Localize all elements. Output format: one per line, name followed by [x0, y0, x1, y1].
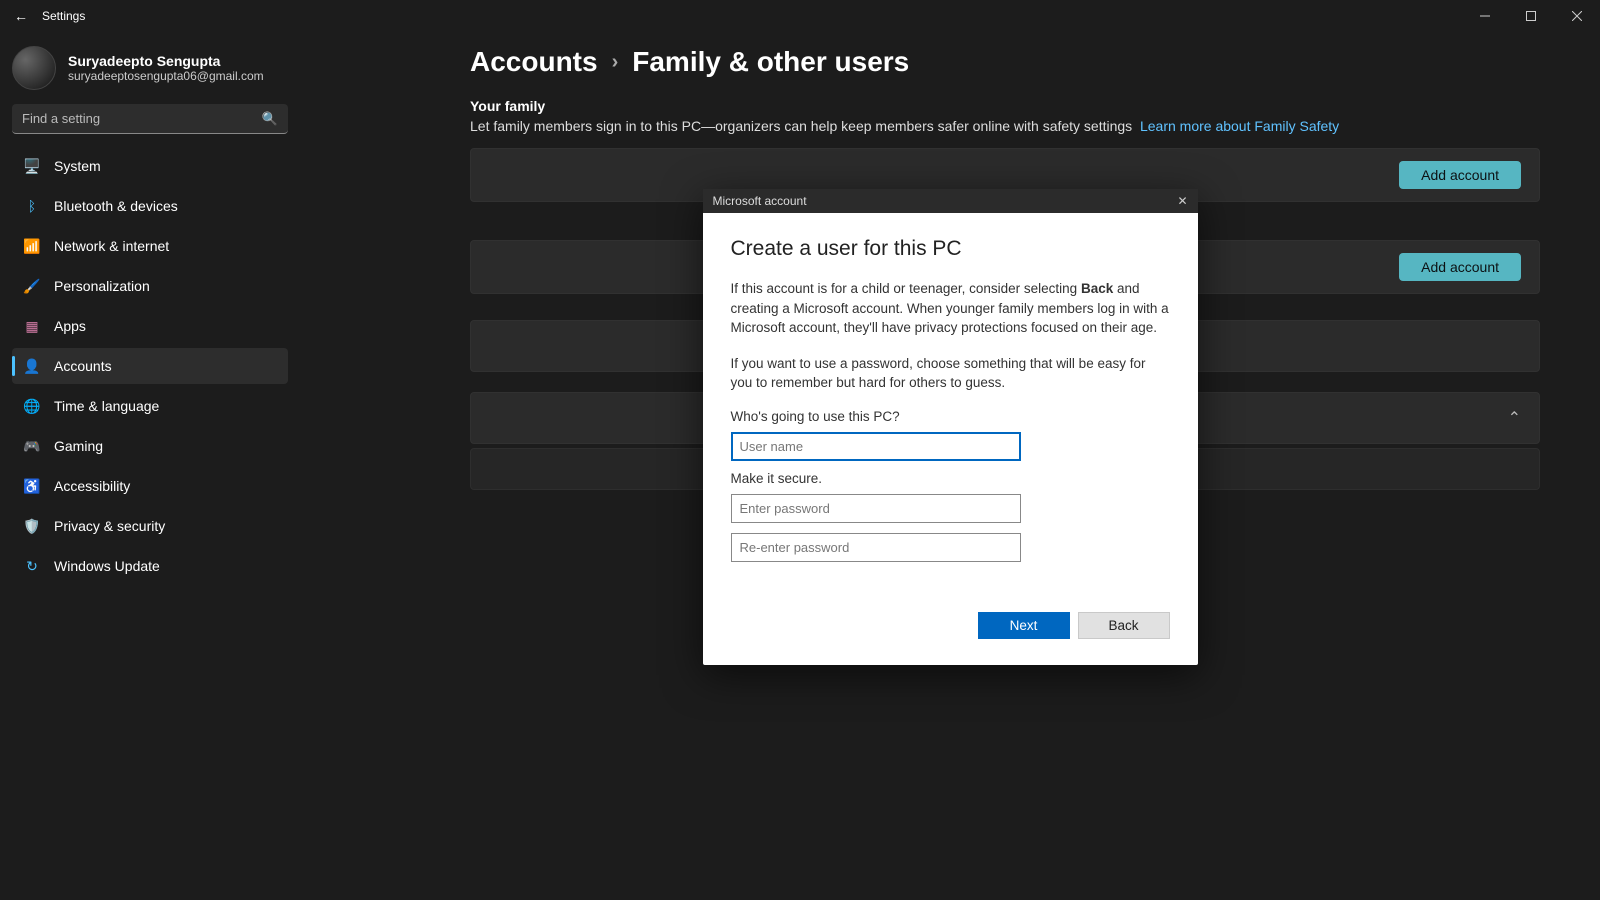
sidebar-item-label: Time & language: [54, 398, 159, 414]
window-controls: [1462, 0, 1600, 32]
sidebar-item-system[interactable]: 🖥️ System: [12, 148, 288, 184]
avatar: [12, 46, 56, 90]
breadcrumb-current: Family & other users: [632, 46, 909, 78]
username-label: Who's going to use this PC?: [731, 409, 1170, 424]
sidebar-item-label: Bluetooth & devices: [54, 198, 178, 214]
sidebar-item-apps[interactable]: ▦ Apps: [12, 308, 288, 344]
profile-name: Suryadeepto Sengupta: [68, 53, 264, 69]
dialog-close-icon[interactable]: ✕: [1177, 194, 1187, 208]
add-family-account-button[interactable]: Add account: [1399, 161, 1521, 189]
person-icon: 👤: [24, 358, 40, 374]
accessibility-icon: ♿: [24, 478, 40, 494]
sidebar-item-gaming[interactable]: 🎮 Gaming: [12, 428, 288, 464]
close-button[interactable]: [1554, 0, 1600, 32]
sidebar-item-label: Apps: [54, 318, 86, 334]
apps-icon: ▦: [24, 318, 40, 334]
sidebar-item-label: Gaming: [54, 438, 103, 454]
sidebar-item-label: Accessibility: [54, 478, 130, 494]
sidebar-item-network[interactable]: 📶 Network & internet: [12, 228, 288, 264]
minimize-button[interactable]: [1462, 0, 1508, 32]
sidebar-item-bluetooth[interactable]: ᛒ Bluetooth & devices: [12, 188, 288, 224]
bluetooth-icon: ᛒ: [24, 198, 40, 214]
gamepad-icon: 🎮: [24, 438, 40, 454]
window-title: Settings: [42, 9, 85, 23]
dialog-paragraph-1: If this account is for a child or teenag…: [731, 279, 1170, 338]
chevron-right-icon: ›: [612, 51, 619, 74]
wifi-icon: 📶: [24, 238, 40, 254]
sidebar-item-accessibility[interactable]: ♿ Accessibility: [12, 468, 288, 504]
sidebar-item-time[interactable]: 🌐 Time & language: [12, 388, 288, 424]
breadcrumb-parent[interactable]: Accounts: [470, 46, 598, 78]
sidebar-item-label: Privacy & security: [54, 518, 165, 534]
dialog-heading: Create a user for this PC: [731, 237, 1170, 261]
sidebar-item-label: Network & internet: [54, 238, 169, 254]
profile-block[interactable]: Suryadeepto Sengupta suryadeeptosengupta…: [12, 42, 288, 100]
your-family-description: Let family members sign in to this PC—or…: [470, 118, 1540, 134]
system-icon: 🖥️: [24, 158, 40, 174]
back-arrow-icon[interactable]: ←: [14, 8, 28, 24]
back-button[interactable]: Back: [1078, 612, 1170, 639]
sidebar-item-label: Accounts: [54, 358, 112, 374]
sidebar-item-personalization[interactable]: 🖌️ Personalization: [12, 268, 288, 304]
dialog-paragraph-2: If you want to use a password, choose so…: [731, 354, 1170, 393]
sidebar-item-accounts[interactable]: 👤 Accounts: [12, 348, 288, 384]
shield-icon: 🛡️: [24, 518, 40, 534]
family-safety-link[interactable]: Learn more about Family Safety: [1140, 118, 1339, 134]
globe-icon: 🌐: [24, 398, 40, 414]
sidebar-item-label: Windows Update: [54, 558, 160, 574]
titlebar: ← Settings: [0, 0, 1600, 32]
sidebar: Suryadeepto Sengupta suryadeeptosengupta…: [0, 32, 300, 900]
password-input[interactable]: [731, 494, 1021, 523]
next-button[interactable]: Next: [978, 612, 1070, 639]
dialog-titlebar: Microsoft account ✕: [703, 189, 1198, 213]
search-input[interactable]: [12, 104, 288, 134]
maximize-button[interactable]: [1508, 0, 1554, 32]
dialog-title: Microsoft account: [713, 194, 807, 208]
search-box: 🔍: [12, 104, 288, 134]
sidebar-item-update[interactable]: ↻ Windows Update: [12, 548, 288, 584]
sidebar-item-label: System: [54, 158, 101, 174]
chevron-up-icon: ⌃: [1508, 408, 1521, 428]
sidebar-item-privacy[interactable]: 🛡️ Privacy & security: [12, 508, 288, 544]
confirm-password-input[interactable]: [731, 533, 1021, 562]
your-family-heading: Your family: [470, 98, 1540, 114]
breadcrumb: Accounts › Family & other users: [470, 46, 1540, 78]
main-content: Accounts › Family & other users Your fam…: [300, 32, 1600, 900]
password-section-label: Make it secure.: [731, 471, 1170, 486]
search-icon: 🔍: [262, 111, 278, 127]
update-icon: ↻: [24, 558, 40, 574]
paintbrush-icon: 🖌️: [24, 278, 40, 294]
username-input[interactable]: [731, 432, 1021, 461]
add-other-account-button[interactable]: Add account: [1399, 253, 1521, 281]
sidebar-item-label: Personalization: [54, 278, 150, 294]
create-user-dialog: Microsoft account ✕ Create a user for th…: [703, 189, 1198, 665]
profile-email: suryadeeptosengupta06@gmail.com: [68, 69, 264, 83]
